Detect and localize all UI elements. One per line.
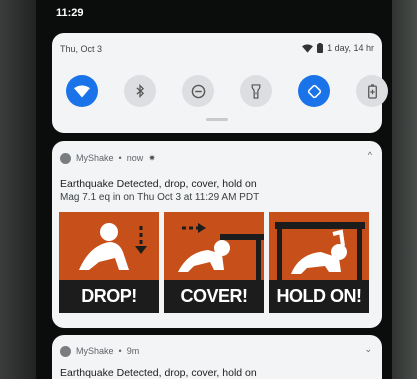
status-time: 11:29 <box>56 7 84 19</box>
drop-caption: DROP! <box>59 280 159 313</box>
cover-panel: COVER! <box>164 212 264 313</box>
wifi-tile[interactable] <box>66 75 98 107</box>
drop-illustration <box>59 212 159 280</box>
notification-time: now <box>126 153 144 163</box>
cover-caption: COVER! <box>164 280 264 313</box>
app-name: MyShake <box>76 346 114 356</box>
background-left <box>0 0 40 379</box>
alert-icon: ✷ <box>148 152 156 163</box>
battery-plus-icon <box>367 83 377 99</box>
qs-status: 1 day, 14 hr <box>302 43 374 53</box>
qs-date: Thu, Oct 3 <box>60 44 103 54</box>
notification-header: MyShake • now ✷ <box>60 151 156 165</box>
separator-dot: • <box>118 346 122 356</box>
bluetooth-icon <box>136 84 145 98</box>
hold-on-panel: HOLD ON! <box>269 212 369 313</box>
minus-circle-icon <box>191 84 205 98</box>
bluetooth-tile[interactable] <box>124 75 156 107</box>
quick-settings-panel: Thu, Oct 3 1 day, 14 hr <box>52 33 388 133</box>
app-icon <box>60 152 71 164</box>
wifi-status-icon <box>302 43 314 53</box>
phone-screen: 11:29 Thu, Oct 3 1 day, 14 hr MyShake • … <box>36 0 392 379</box>
app-icon <box>60 345 71 357</box>
battery-saver-tile[interactable] <box>356 75 388 107</box>
app-name: MyShake <box>76 153 114 163</box>
status-bar: 11:29 <box>36 0 392 28</box>
collapse-chevron-icon[interactable]: ^ <box>368 150 372 160</box>
notification-time: 9m <box>126 346 140 356</box>
notification-title: Earthquake Detected, drop, cover, hold o… <box>60 178 257 190</box>
do-not-disturb-tile[interactable] <box>182 75 214 107</box>
auto-rotate-tile[interactable] <box>298 75 330 107</box>
notification-header: MyShake • 9m <box>60 344 139 358</box>
safety-instructions-image: DROP! COVER! HOLD ON! <box>59 212 375 313</box>
notification-card[interactable]: MyShake • 9m ⌄ Earthquake Detected, drop… <box>52 335 382 379</box>
drop-panel: DROP! <box>59 212 159 313</box>
flashlight-icon <box>251 83 261 99</box>
rotate-icon <box>307 84 321 98</box>
battery-status-icon <box>317 43 324 53</box>
notification-title: Earthquake Detected, drop, cover, hold o… <box>60 367 257 379</box>
hold-on-caption: HOLD ON! <box>269 280 369 313</box>
expand-chevron-icon[interactable]: ⌄ <box>364 344 372 355</box>
wifi-icon <box>74 85 90 97</box>
separator-dot: • <box>118 153 122 163</box>
hold-on-illustration <box>269 212 369 280</box>
battery-time-remaining: 1 day, 14 hr <box>327 43 374 53</box>
quick-settings-tiles <box>62 73 388 109</box>
flashlight-tile[interactable] <box>240 75 272 107</box>
drag-handle[interactable] <box>206 118 228 121</box>
notification-text: Mag 7.1 eq in on Thu Oct 3 at 11:29 AM P… <box>60 192 260 203</box>
cover-illustration <box>164 212 264 280</box>
notification-card[interactable]: MyShake • now ✷ ^ Earthquake Detected, d… <box>52 141 382 328</box>
